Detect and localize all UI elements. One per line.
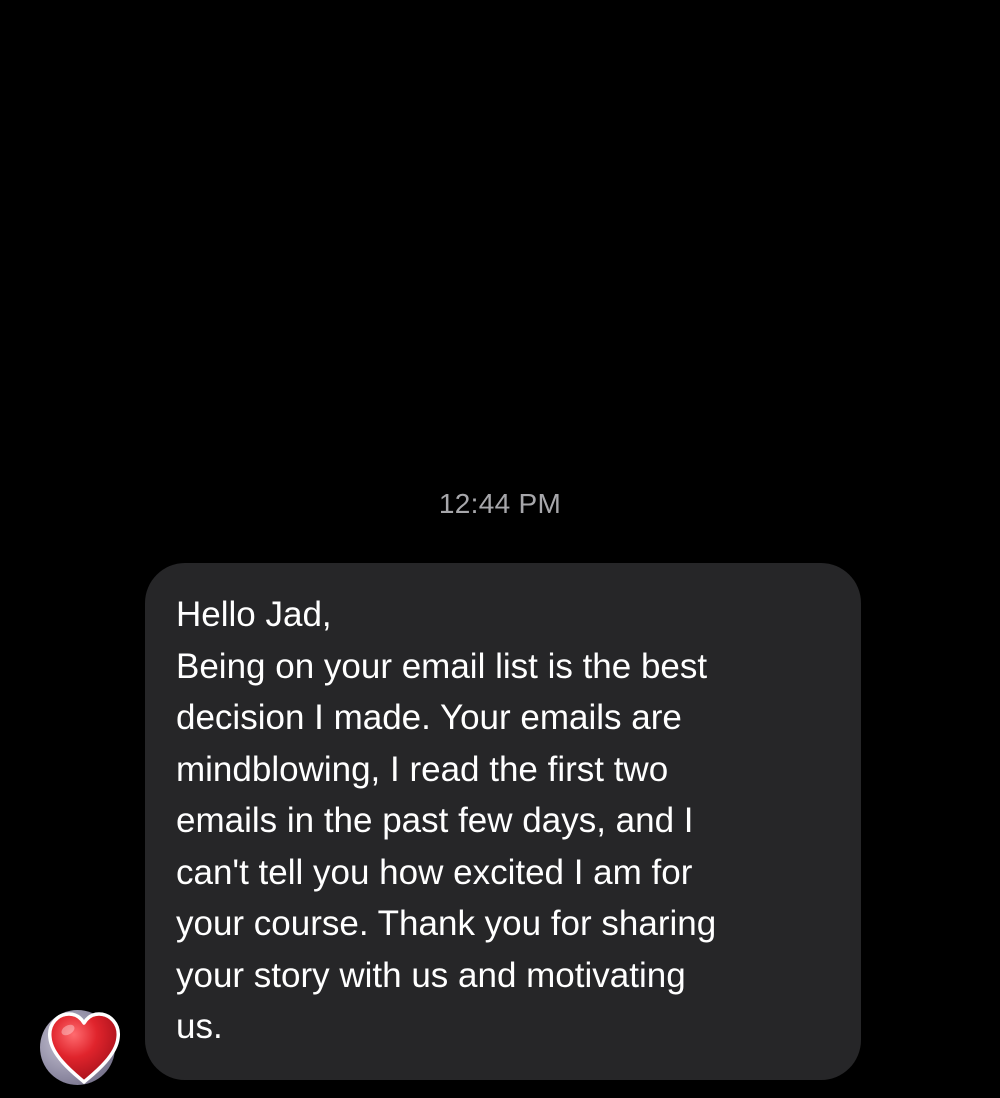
message-text-line: mindblowing, I read the first two (176, 749, 669, 789)
message-text-line: decision I made. Your emails are (176, 698, 682, 737)
message-text-line: Being on your email list is the best (176, 646, 708, 686)
message-text-line: can't tell you how excited I am for (176, 852, 693, 892)
message-text-line: your story with us and motivating (176, 955, 686, 995)
message-text-line: emails in the past few days, and I (176, 801, 694, 840)
message-text-line: us. (176, 1007, 223, 1046)
conversation-view: 12:44 PM Hello Jad, Being on your email … (0, 0, 1000, 1098)
message-timestamp: 12:44 PM (438, 488, 562, 519)
heart-icon (48, 1012, 120, 1084)
message-text-line: your course. Thank you for sharing (176, 904, 717, 943)
reaction-badge[interactable] (44, 1008, 124, 1088)
message-text-line: Hello Jad, (176, 595, 332, 634)
message-bubble[interactable]: Hello Jad, Being on your email list is t… (145, 563, 861, 1080)
